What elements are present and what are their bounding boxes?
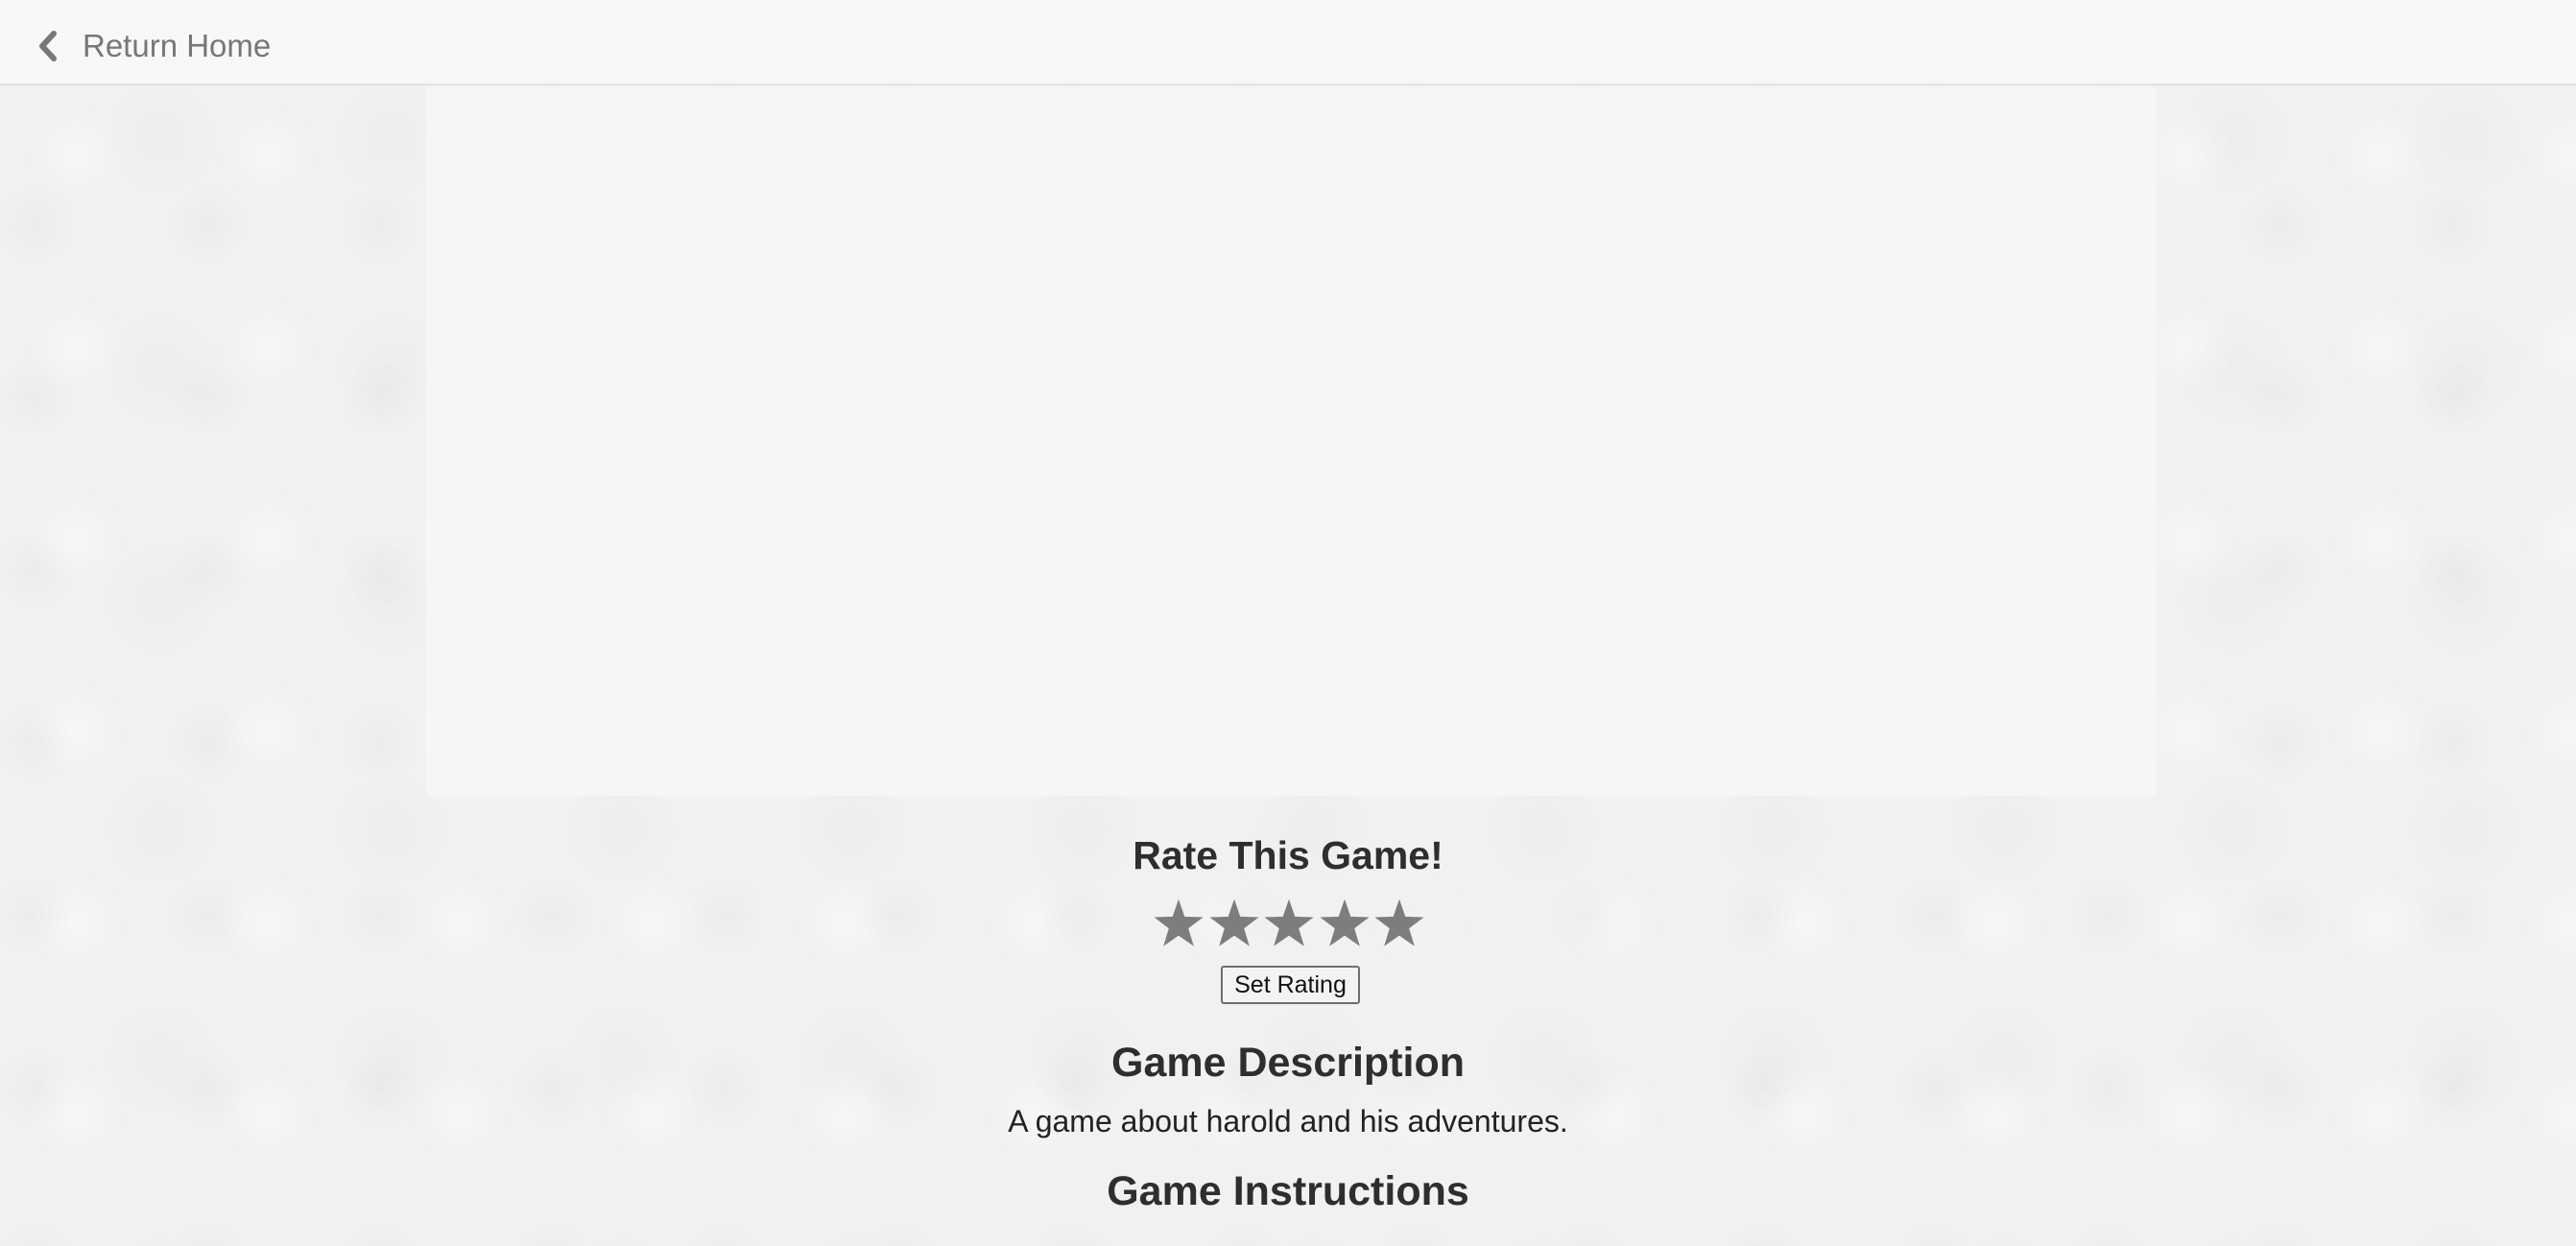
- star-icon[interactable]: [1207, 898, 1261, 951]
- description-title: Game Description: [1111, 1040, 1465, 1086]
- description-text: A game about harold and his adventures.: [1008, 1104, 1568, 1138]
- rate-title: Rate This Game!: [1133, 833, 1443, 877]
- return-home-link[interactable]: Return Home: [35, 23, 271, 69]
- star-icon[interactable]: [1152, 898, 1205, 951]
- star-rating: [1152, 895, 1426, 954]
- return-home-label: Return Home: [83, 28, 272, 63]
- game-frame[interactable]: [426, 87, 2156, 796]
- set-rating-button[interactable]: Set Rating: [1221, 966, 1360, 1004]
- star-icon[interactable]: [1318, 898, 1371, 951]
- chevron-left-icon: [35, 29, 61, 63]
- star-icon[interactable]: [1262, 898, 1316, 951]
- navbar: Return Home: [0, 0, 2576, 85]
- star-icon[interactable]: [1372, 898, 1426, 951]
- instructions-title: Game Instructions: [1107, 1168, 1469, 1214]
